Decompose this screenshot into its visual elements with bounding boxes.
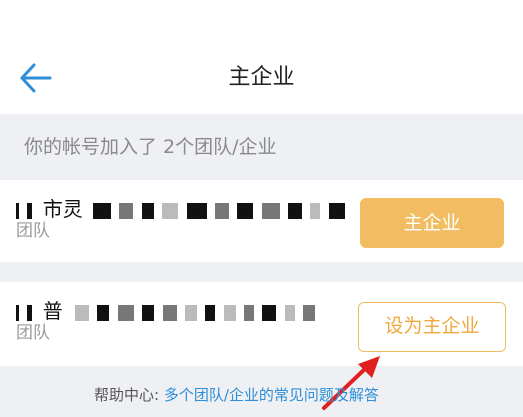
redaction-block — [141, 202, 154, 219]
redaction-block — [287, 202, 302, 219]
set-primary-org-button[interactable]: 设为主企业 — [358, 302, 506, 352]
help-center: 帮助中心: 多个团队/企业的常见问题及解答 — [0, 384, 523, 405]
org-name-text: 普 — [42, 299, 63, 323]
redaction-block — [243, 304, 254, 321]
redaction-block — [162, 304, 177, 321]
redaction-block — [16, 304, 19, 321]
help-link[interactable]: 多个团队/企业的常见问题及解答 — [164, 386, 379, 404]
org-name-text: 市灵 — [42, 197, 83, 221]
org-type: 团队 — [16, 323, 50, 343]
redaction-block — [27, 202, 33, 219]
org-type: 团队 — [16, 221, 50, 241]
redaction-block — [284, 304, 295, 321]
redaction-block — [184, 304, 197, 321]
redaction-block — [186, 202, 207, 219]
org-name: 市灵 — [16, 196, 347, 222]
redaction-block — [119, 202, 134, 219]
redaction-block — [262, 304, 277, 321]
redaction-block — [223, 304, 236, 321]
summary-bar: 你的帐号加入了 2个团队/企业 — [0, 114, 523, 178]
redaction-block — [261, 202, 280, 219]
org-name: 普 — [16, 298, 317, 324]
page-title: 主企业 — [228, 65, 295, 90]
redaction-block — [303, 304, 316, 321]
top-bar: 主企业 — [0, 0, 523, 114]
redaction-block — [97, 304, 110, 321]
redaction-block — [27, 304, 33, 321]
redaction-block — [214, 202, 229, 219]
redaction-block — [117, 304, 134, 321]
redaction-block — [142, 304, 155, 321]
redaction-block — [205, 304, 216, 321]
redaction-block — [93, 202, 112, 219]
redaction-block — [162, 202, 179, 219]
redaction-block — [16, 202, 19, 219]
help-prefix: 帮助中心: — [94, 386, 160, 404]
redaction-block — [75, 304, 90, 321]
redaction-block — [328, 202, 345, 219]
redaction-block — [237, 202, 254, 219]
summary-text: 你的帐号加入了 2个团队/企业 — [24, 136, 277, 158]
redaction-block — [310, 202, 321, 219]
primary-org-button[interactable]: 主企业 — [360, 198, 504, 248]
